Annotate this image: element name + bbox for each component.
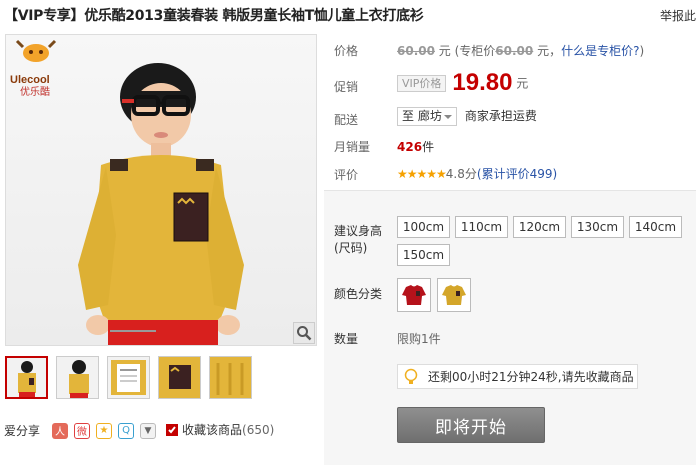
favorite-link[interactable]: 收藏该商品 (650): [165, 421, 274, 438]
red-shirt-swatch: [402, 285, 426, 305]
product-photo: Ulecool 优乐酷: [10, 39, 244, 345]
promo-label: 促销: [334, 80, 359, 94]
counter-price: 60.00: [495, 44, 534, 58]
thumbnail-strip: [5, 356, 252, 399]
vip-tag: VIP价格: [397, 74, 447, 92]
size-option-140[interactable]: 140cm: [629, 216, 682, 238]
what-is-counter-link[interactable]: 什么是专柜价?: [561, 44, 639, 58]
tencent-weibo-icon[interactable]: Q: [118, 422, 135, 439]
shipping-row: 至 廊坊 商家承担运费: [397, 107, 537, 126]
sales-value: 426: [397, 140, 423, 154]
price-label: 价格: [334, 44, 359, 58]
favorite-label: 收藏该商品: [182, 423, 243, 437]
sales-unit: 件: [422, 140, 435, 154]
main-product-image[interactable]: Ulecool 优乐酷: [5, 34, 317, 346]
thumbnail-5[interactable]: [209, 356, 252, 399]
rating-stars-icon: ★★★★★: [397, 167, 447, 181]
share-row: 爱分享 人 微 ★ Q ▼: [4, 422, 157, 439]
sales-label: 月销量: [334, 140, 371, 154]
thumbnail-1[interactable]: [5, 356, 48, 399]
color-label: 颜色分类: [334, 287, 383, 301]
rating-count-link[interactable]: (累计评价499): [477, 167, 557, 181]
favorite-icon: [166, 423, 178, 436]
quantity-label: 数量: [334, 332, 359, 346]
countdown-text: 还剩00小时21分钟24秒,请先收藏商品: [428, 370, 634, 384]
price-row: 60.00 元 (专柜价60.00 元，什么是专柜价?): [397, 42, 644, 59]
favorite-count: (650): [242, 422, 275, 437]
shipping-note: 商家承担运费: [464, 109, 537, 123]
share-label: 爱分享: [4, 424, 41, 438]
rating-label: 评价: [334, 168, 359, 182]
counter-unit: 元，: [537, 44, 562, 58]
size-option-150[interactable]: 150cm: [397, 244, 450, 266]
lightbulb-icon: [404, 368, 418, 384]
yellow-shirt-swatch: [442, 285, 466, 305]
close-paren: ): [639, 44, 645, 58]
svg-text:Ulecool: Ulecool: [10, 74, 50, 86]
rating-score: 4.8分: [445, 167, 477, 181]
size-option-110[interactable]: 110cm: [455, 216, 508, 238]
size-label-sub: (尺码): [334, 241, 368, 255]
renren-icon[interactable]: 人: [52, 422, 69, 439]
svg-text:优乐酷: 优乐酷: [20, 85, 50, 98]
price-unit: 元 (专柜价: [438, 44, 496, 58]
more-icon[interactable]: ▼: [140, 422, 157, 439]
product-title: 【VIP专享】优乐酷2013童装春装 韩版男童长袖T恤儿童上衣打底衫: [4, 8, 424, 24]
shipping-location-select[interactable]: 至 廊坊: [397, 107, 457, 126]
magnifier-icon[interactable]: [293, 322, 315, 344]
thumbnail-3[interactable]: [107, 356, 150, 399]
report-link[interactable]: 举报此: [660, 7, 696, 24]
thumbnail-4[interactable]: [158, 356, 201, 399]
coming-soon-button[interactable]: 即将开始: [397, 407, 545, 443]
weibo-icon[interactable]: 微: [74, 422, 91, 439]
promo-row: VIP价格 19.80 元: [397, 69, 528, 97]
color-option-yellow[interactable]: [437, 278, 471, 312]
brand-logo: Ulecool 优乐酷: [10, 39, 57, 98]
size-label: 建议身高: [334, 224, 383, 238]
shipping-label: 配送: [334, 113, 359, 127]
quantity-limit: 限购1件: [397, 332, 441, 346]
rating-row: ★★★★★4.8分(累计评价499): [397, 165, 557, 182]
size-option-100[interactable]: 100cm: [397, 216, 450, 238]
thumbnail-2[interactable]: [56, 356, 99, 399]
promo-unit: 元: [516, 76, 529, 91]
promo-price: 19.80: [452, 69, 513, 96]
color-option-red[interactable]: [397, 278, 431, 312]
original-price: 60.00: [397, 44, 435, 58]
size-option-130[interactable]: 130cm: [571, 216, 624, 238]
size-option-120[interactable]: 120cm: [513, 216, 566, 238]
sales-row: 426件: [397, 138, 434, 155]
qzone-icon[interactable]: ★: [96, 422, 113, 439]
countdown-tip: 还剩00小时21分钟24秒,请先收藏商品: [397, 364, 638, 389]
